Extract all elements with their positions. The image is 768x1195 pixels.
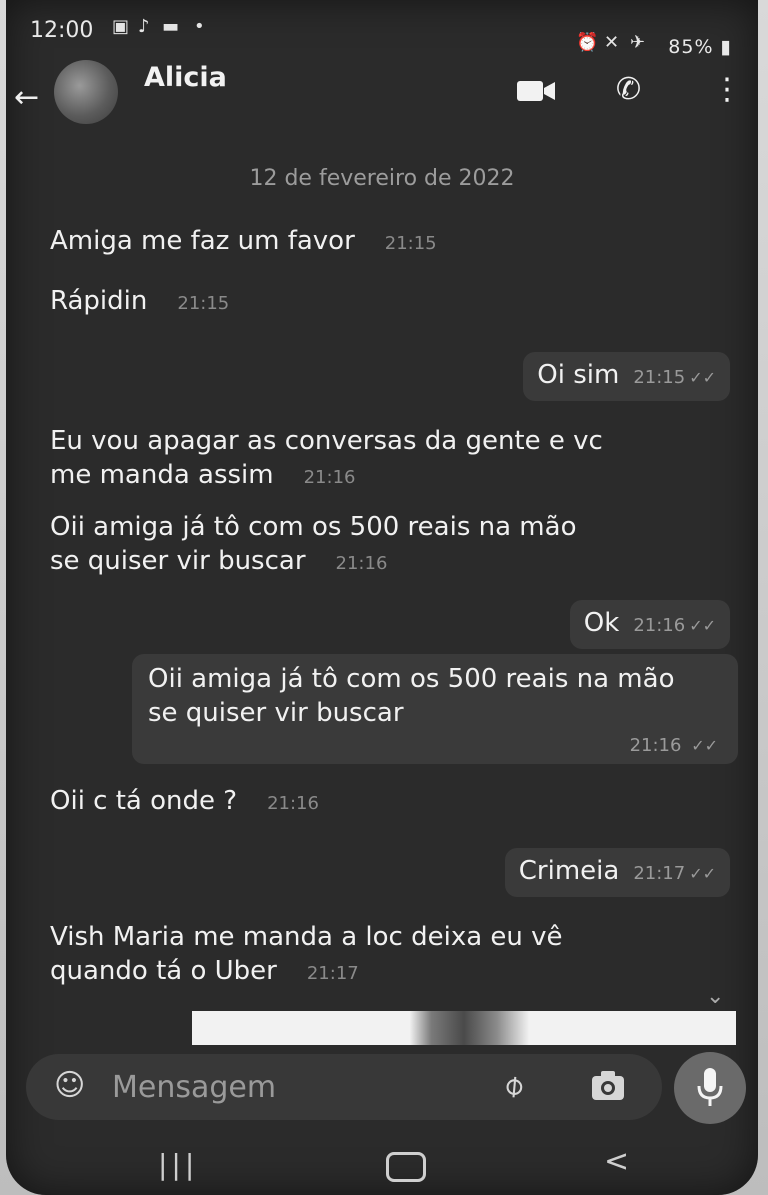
message-time: 21:17 [306, 963, 359, 984]
message-time: 21:16 [267, 793, 319, 814]
message-outgoing[interactable]: Oii amiga já tô com os 500 reais na mão … [132, 654, 738, 764]
message-incoming[interactable]: Oii c tá onde ? 21:16 [50, 784, 319, 821]
emoji-icon[interactable]: ☺ [54, 1068, 85, 1103]
message-incoming[interactable]: Vish Maria me manda a loc deixa eu vê qu… [50, 920, 630, 991]
dot-notification-icon: • [194, 16, 205, 37]
message-text: Ok [583, 608, 620, 638]
message-text: Oi sim [537, 360, 620, 390]
message-text: Crimeia [518, 856, 620, 886]
message-time: 21:15 [384, 233, 437, 254]
message-time: 21:15 [633, 367, 686, 388]
message-time: 21:16 [633, 615, 686, 636]
battery-level: 85% ▮ [668, 36, 732, 58]
read-ticks-icon: ✓✓ [689, 368, 716, 387]
more-vertical-icon[interactable]: ⋮ [712, 72, 742, 107]
message-time: 21:16 [335, 553, 388, 574]
microphone-icon [697, 1068, 723, 1106]
message-incoming[interactable]: Eu vou apagar as conversas da gente e vc… [50, 424, 610, 495]
message-time: 21:16 ✓✓ [629, 735, 718, 756]
status-bar: 12:00 ▣ ♪ ▬ • ⏰ ✕ ✈ 85% ▮ [6, 0, 758, 58]
message-incoming[interactable]: Oii amiga já tô com os 500 reais na mão … [50, 510, 610, 581]
phone-icon[interactable]: ✆ [616, 72, 641, 107]
message-text: Oii amiga já tô com os 500 reais na mão … [148, 664, 675, 728]
dash-notification-icon: ▬ [162, 16, 180, 37]
gallery-notification-icon: ▣ [112, 16, 130, 37]
chat-header: ← Alicia ✆ ⋮ [6, 56, 758, 126]
arrow-left-icon[interactable]: ← [14, 80, 39, 115]
paperclip-icon[interactable]: ⌀ [495, 1066, 531, 1104]
avatar[interactable] [54, 60, 118, 124]
message-outgoing[interactable]: Crimeia 21:17 ✓✓ [504, 848, 730, 897]
recents-icon[interactable]: ||| [158, 1148, 198, 1181]
message-text: Rápidin [50, 286, 148, 316]
home-icon[interactable] [386, 1152, 426, 1182]
message-list[interactable]: 12 de fevereiro de 2022 Amiga me faz um … [6, 126, 758, 1045]
mic-button[interactable] [674, 1052, 746, 1124]
camera-icon[interactable] [590, 1068, 626, 1102]
message-incoming[interactable]: Rápidin 21:15 [50, 284, 229, 321]
read-ticks-icon: ✓✓ [691, 736, 718, 755]
message-time: 21:17 [633, 863, 686, 884]
message-time: 21:15 [177, 293, 230, 314]
composer-bar: ☺ Mensagem ⌀ [6, 1048, 758, 1126]
message-outgoing[interactable]: Oi sim 21:15 ✓✓ [523, 352, 730, 401]
message-input[interactable]: ☺ Mensagem ⌀ [26, 1054, 662, 1120]
video-camera-icon[interactable] [516, 78, 556, 104]
read-ticks-icon: ✓✓ [689, 616, 716, 635]
airplane-mode-icon: ✈ [630, 32, 646, 53]
alarm-icon: ⏰ [576, 32, 599, 53]
redaction-bar [192, 1011, 736, 1045]
message-incoming[interactable]: Amiga me faz um favor 21:15 [50, 224, 437, 261]
message-time: 21:16 [303, 467, 356, 488]
message-text: Oii c tá onde ? [50, 786, 238, 816]
date-separator: 12 de fevereiro de 2022 [249, 166, 515, 191]
scroll-down-icon[interactable]: ⌄ [706, 984, 724, 1009]
message-text: Amiga me faz um favor [50, 226, 355, 256]
system-nav-bar: ||| < [6, 1130, 758, 1195]
message-outgoing[interactable]: Ok 21:16 ✓✓ [569, 600, 730, 649]
tiktok-notification-icon: ♪ [138, 16, 150, 37]
nav-back-icon[interactable]: < [604, 1144, 629, 1179]
status-time: 12:00 [30, 18, 94, 43]
mute-icon: ✕ [604, 32, 620, 53]
phone-screen: 12:00 ▣ ♪ ▬ • ⏰ ✕ ✈ 85% ▮ ← Alicia ✆ ⋮ 1… [6, 0, 758, 1195]
read-ticks-icon: ✓✓ [689, 864, 716, 883]
message-placeholder[interactable]: Mensagem [112, 1070, 276, 1105]
contact-name[interactable]: Alicia [144, 62, 227, 93]
message-text: Oii amiga já tô com os 500 reais na mão … [50, 512, 577, 576]
